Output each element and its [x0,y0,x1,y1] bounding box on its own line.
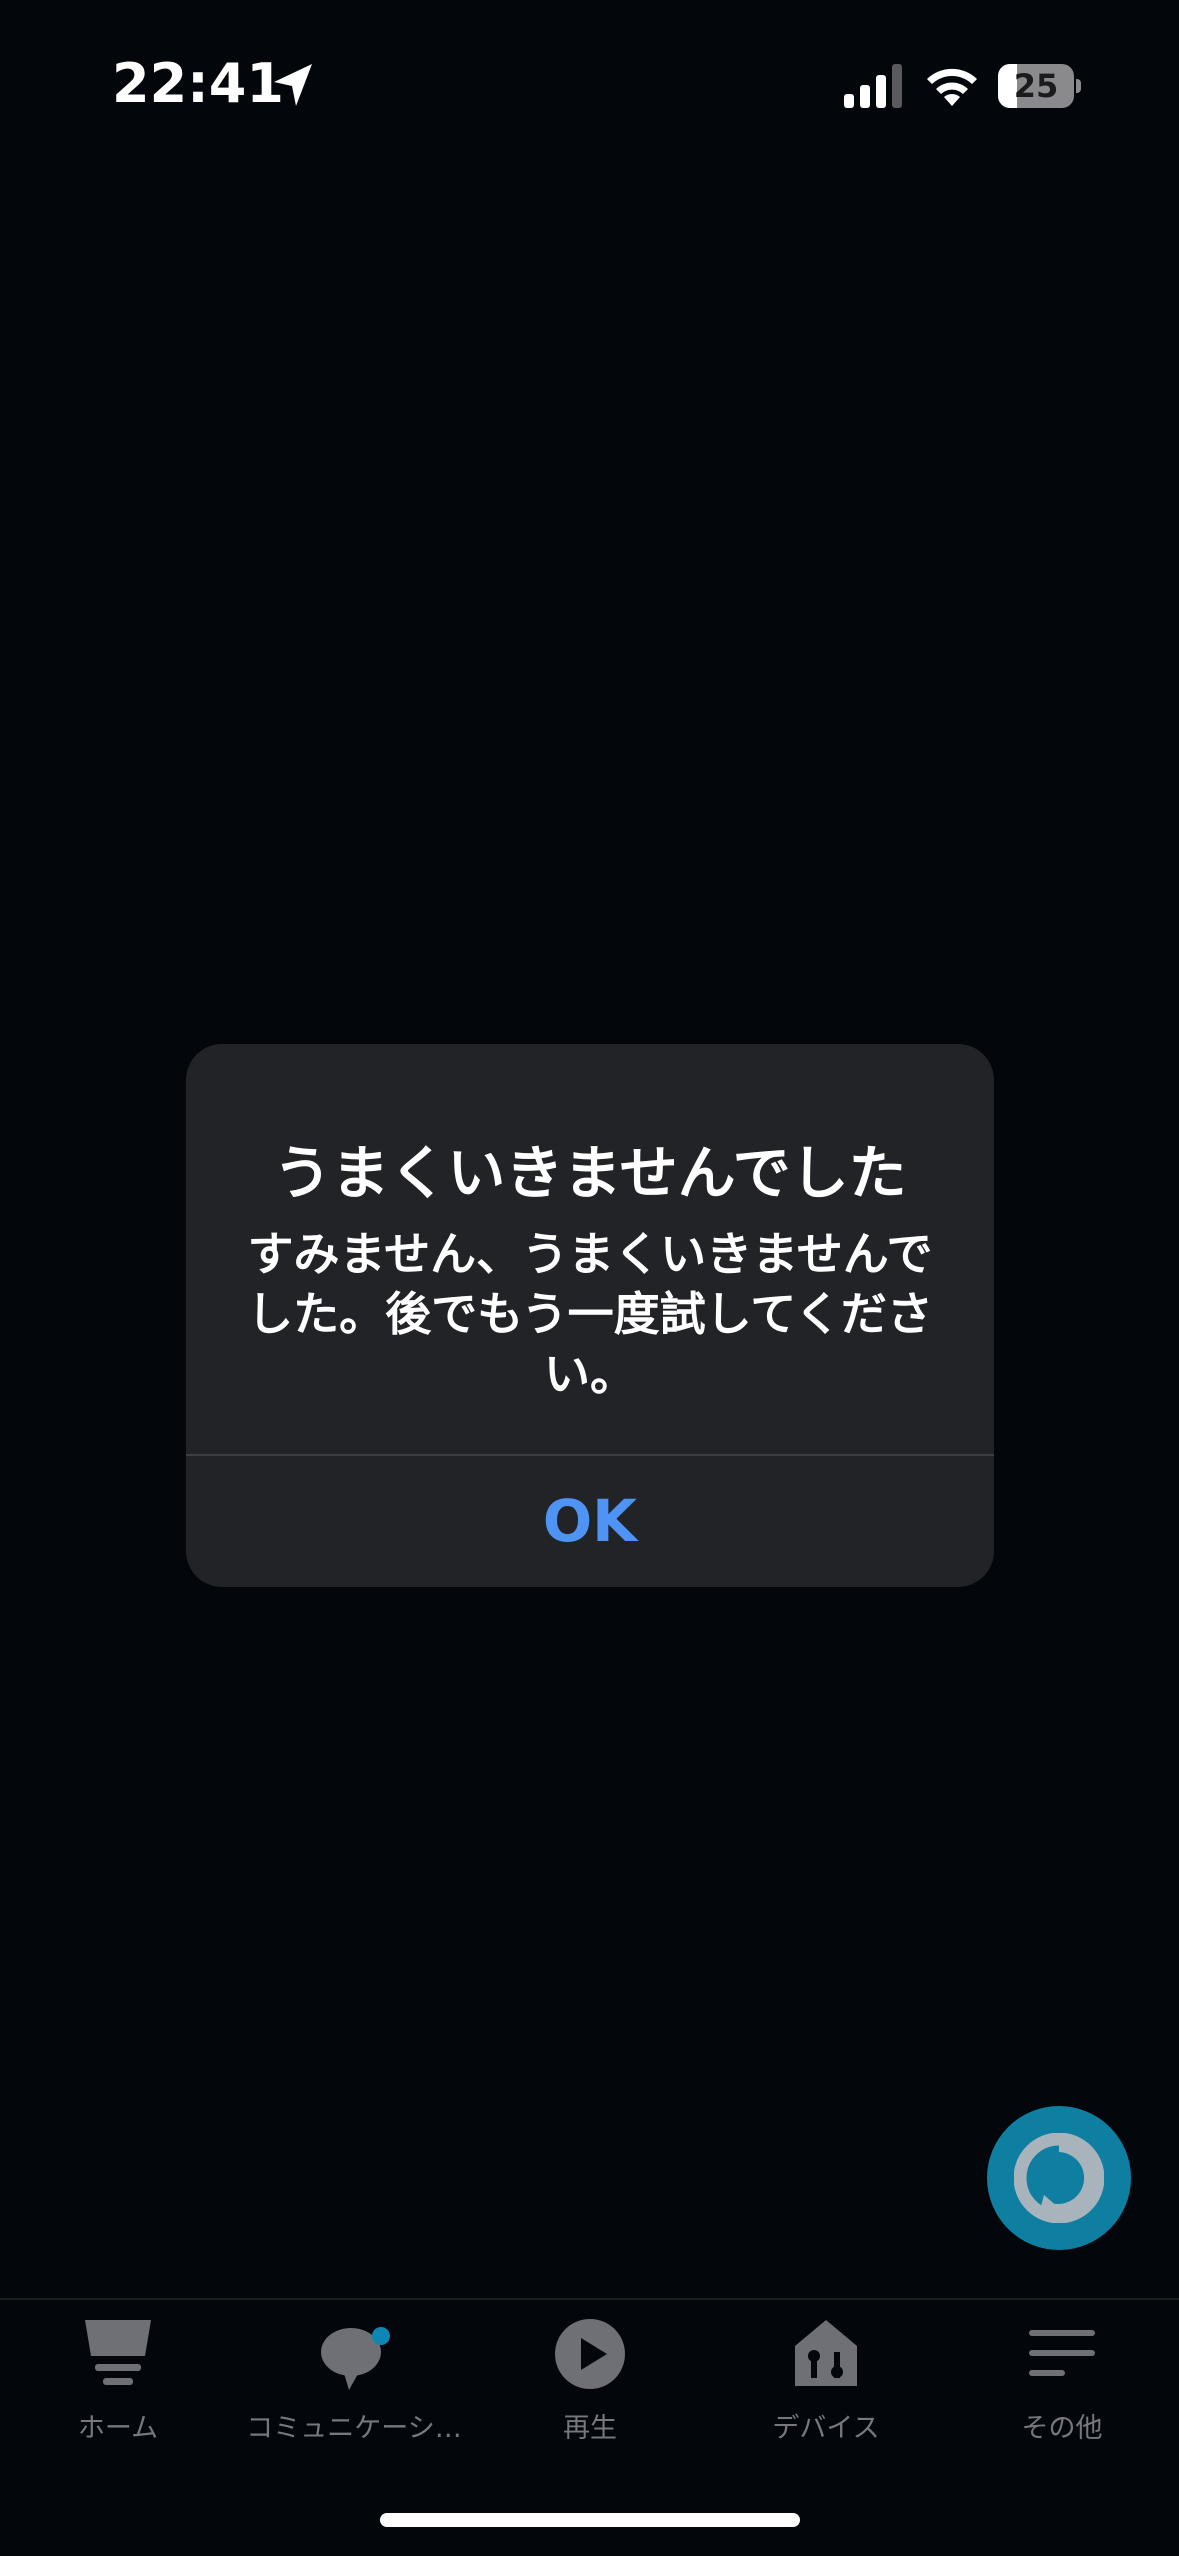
tab-label-more: その他 [1021,2413,1103,2444]
play-icon [555,2319,625,2389]
tab-communication[interactable]: コミュニケーシ… [236,2300,472,2460]
devices-icon [795,2320,857,2386]
battery-indicator: 25 [998,64,1082,108]
ok-button[interactable]: OK [186,1456,994,1587]
alert-message: すみません、うまくいきませんでした。後でもう一度試してください。 [247,1227,933,1401]
alexa-voice-button[interactable] [987,2106,1131,2250]
tab-label-home: ホーム [77,2413,159,2444]
battery-body: 25 [998,64,1074,108]
tab-devices[interactable]: デバイス [708,2300,944,2460]
menu-icon [1029,2330,1095,2376]
home-icon [85,2320,151,2385]
error-alert-dialog: うまくいきませんでした すみません、うまくいきませんでした。後でもう一度試してく… [186,1044,994,1587]
tab-label-communication: コミュニケーシ… [246,2413,462,2444]
battery-level: 25 [1013,67,1059,105]
tab-label-devices: デバイス [772,2413,880,2444]
tab-home[interactable]: ホーム [0,2300,236,2460]
alexa-icon [1014,2133,1104,2223]
status-time: 22:41 [112,52,284,115]
tab-play[interactable]: 再生 [472,2300,708,2460]
location-arrow-icon [274,64,312,106]
status-bar: 22:41 25 [0,0,1179,170]
battery-tip [1076,79,1081,93]
tab-more[interactable]: その他 [944,2300,1179,2460]
alert-title: うまくいきませんでした [273,1139,907,1207]
home-indicator[interactable] [380,2513,800,2527]
chat-icon [321,2327,390,2390]
tab-label-play: 再生 [563,2413,617,2444]
cellular-signal-icon [844,64,902,108]
screen: 22:41 25 うまくいきませんでした すみません、うまくいきませんでした。後… [0,0,1179,2556]
wifi-icon [927,68,977,106]
